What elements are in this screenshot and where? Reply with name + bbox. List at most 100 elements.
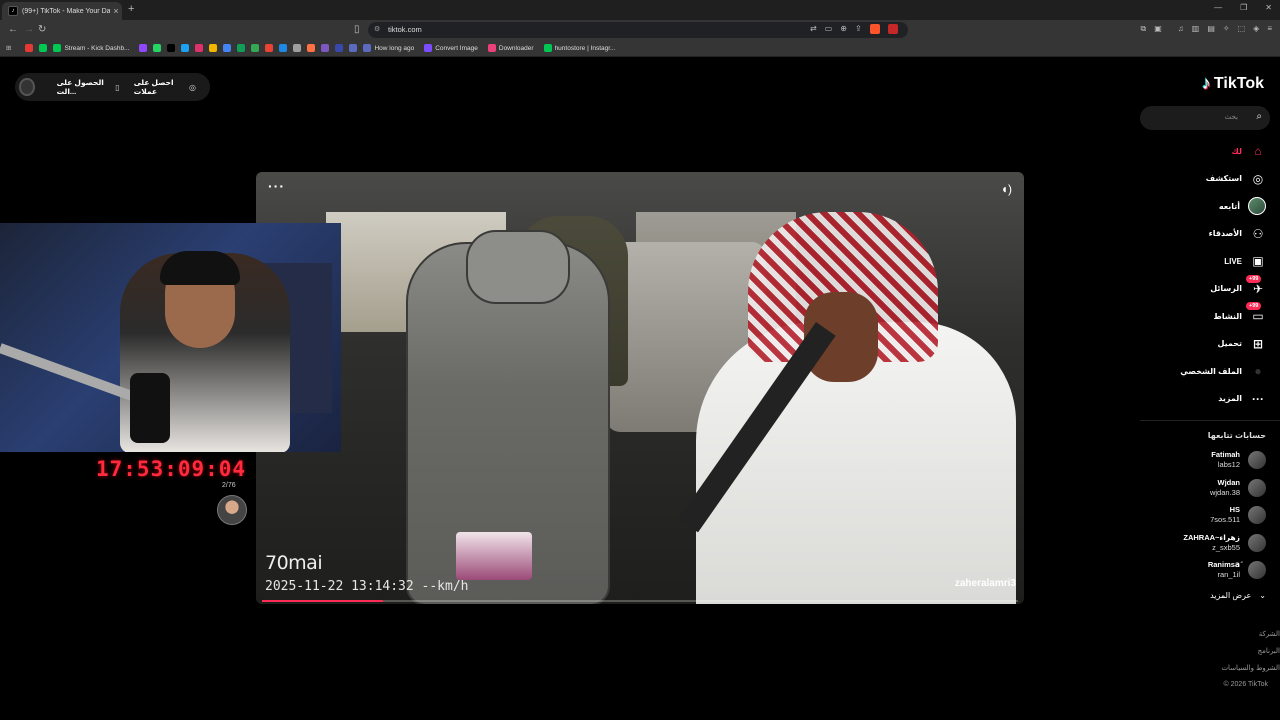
bookmark-icon[interactable]: ▯ (354, 24, 360, 35)
account-username: ran_1il (1217, 570, 1240, 579)
sidebar-item-label: أتابعه (1218, 201, 1240, 211)
extension-icon[interactable]: ⧉ (1141, 24, 1147, 34)
microphone (130, 373, 170, 443)
get-coins-chip[interactable]: احصل على عملات ◎ (134, 78, 196, 96)
footer-link[interactable]: البرنامج (1258, 647, 1280, 655)
bookmark-item[interactable] (279, 44, 288, 52)
volume-icon[interactable]: ◖) (1001, 182, 1012, 196)
video-author[interactable]: zaheralamri3 (955, 578, 1016, 589)
translate-icon[interactable]: ⇄ (810, 24, 817, 34)
following-account-item[interactable]: HS 7sos.511 (1126, 504, 1266, 526)
back-icon[interactable]: ← (8, 24, 18, 35)
close-window-icon[interactable]: ✕ (1265, 3, 1272, 12)
reload-icon[interactable]: ↻ (38, 24, 46, 35)
bookmark-favicon-icon (487, 44, 496, 52)
browser-tab[interactable]: ♪ (99+) TikTok - Make Your Day × (2, 2, 122, 20)
menu-icon[interactable]: ≡ (1267, 24, 1272, 34)
bookmark-item[interactable] (335, 44, 344, 52)
rewards-icon[interactable] (887, 24, 898, 34)
bookmark-item[interactable]: Stream - Kick Dashb... (53, 44, 129, 52)
bookmark-item[interactable] (307, 44, 316, 52)
see-more-button[interactable]: عرض المزيد ⌄ (1210, 591, 1266, 600)
video-player[interactable]: ··· ◖) 70mai 2025-11-22 13:14:32 --km/h … (256, 172, 1024, 604)
bookmark-item[interactable]: Downloader (487, 44, 534, 52)
footer-link[interactable]: الشروط والسياسات (1221, 664, 1280, 672)
tiktok-logo[interactable]: ♪ TikTok (1202, 73, 1264, 94)
search-icon[interactable]: ⌕ (1256, 111, 1262, 122)
vpn-icon[interactable]: ◈ (1253, 24, 1259, 34)
bookmark-item[interactable] (139, 44, 148, 52)
bookmark-item[interactable] (237, 44, 246, 52)
streamer-webcam (0, 223, 341, 452)
sidebar-item-home[interactable]: لك ⌂ (1232, 141, 1266, 161)
share-icon[interactable]: ⇪ (855, 24, 862, 34)
close-tab-icon[interactable]: × (110, 6, 122, 16)
sidebar-item-profile[interactable]: الملف الشخصي ● (1180, 361, 1266, 381)
dashcam-timestamp: 2025-11-22 13:14:32 --km/h (265, 579, 469, 594)
stream-counter: 2/76 (222, 482, 236, 489)
bookmark-item[interactable] (265, 44, 274, 52)
sidebar-item-compass[interactable]: استكشف ◎ (1206, 169, 1266, 189)
bookmark-item[interactable] (321, 44, 330, 52)
site-info-icon[interactable]: ⚙ (374, 22, 380, 38)
apps-icon[interactable]: ⊞ (6, 44, 11, 52)
following-account-item[interactable]: Ranimsaَ ran_1il (1126, 559, 1266, 581)
sidebar-item-avatar-following[interactable]: أتابعه (1219, 196, 1266, 216)
bookmark-favicon-icon (223, 44, 232, 52)
search-input[interactable]: بحث ⌕ (1140, 106, 1270, 130)
minimize-icon[interactable]: — (1214, 3, 1222, 12)
sidebar-item-upload[interactable]: تحميل ⊞ (1217, 334, 1266, 354)
sidebar-item-activity[interactable]: النشاط ▭ +99 (1214, 302, 1266, 326)
tab-title: (99+) TikTok - Make Your Day (22, 7, 110, 15)
bookmark-item[interactable] (181, 44, 190, 52)
bookmark-item[interactable] (167, 44, 176, 52)
bookmark-item[interactable] (25, 44, 34, 52)
footer-link[interactable]: الشركة (1259, 630, 1280, 638)
bookmark-item[interactable] (293, 44, 302, 52)
zoom-icon[interactable]: ⊕ (840, 24, 847, 34)
sidebar-icon[interactable]: ▥ (1192, 24, 1200, 34)
music-icon[interactable]: ♫ (1178, 24, 1184, 34)
bookmark-item[interactable] (251, 44, 260, 52)
user-avatar-icon[interactable] (19, 78, 35, 96)
sidebar-item-live[interactable]: LIVE ▣ (1224, 251, 1266, 271)
bookmark-favicon-icon (349, 44, 358, 52)
bookmark-item[interactable] (153, 44, 162, 52)
bookmark-item[interactable] (223, 44, 232, 52)
leo-icon[interactable]: ✧ (1223, 24, 1230, 34)
forward-icon[interactable]: → (24, 24, 34, 35)
following-account-item[interactable]: Fatimah labs12 (1126, 449, 1266, 471)
sidebar-item-friends[interactable]: الأصدقاء ⚇ (1209, 224, 1266, 244)
sidebar-item-label: الملف الشخصي (1180, 366, 1242, 376)
bookmark-item[interactable]: How long ago (363, 44, 414, 52)
maximize-icon[interactable]: ❐ (1240, 3, 1247, 12)
bookmark-favicon-icon (39, 44, 48, 52)
following-account-item[interactable]: ZAHRAA~زهراء z_sxb55 (1126, 532, 1266, 554)
wallet2-icon[interactable]: ⬚ (1238, 24, 1246, 34)
video-progress-bar[interactable] (262, 600, 1018, 602)
bookmark-favicon-icon (153, 44, 162, 52)
new-tab-button[interactable]: + (128, 3, 134, 15)
bookmark-item[interactable] (195, 44, 204, 52)
sidebar-item-more[interactable]: المزيد ··· (1218, 389, 1266, 409)
bookmark-favicon-icon (307, 44, 316, 52)
more-options-icon[interactable]: ··· (268, 178, 285, 194)
brave-shield-icon[interactable] (869, 24, 880, 34)
sidebar-item-messages[interactable]: الرسائل ✈ +99 (1210, 274, 1266, 299)
cast-icon[interactable]: ▭ (825, 24, 833, 34)
sidebar-item-label: تحميل (1217, 339, 1242, 348)
bookmark-item[interactable] (39, 44, 48, 52)
bookmark-item[interactable]: huntostore | Instagr... (543, 44, 616, 52)
footer-link[interactable]: © 2026 TikTok (1224, 681, 1268, 688)
following-account-item[interactable]: Wjdan wjdan.38 (1126, 477, 1266, 499)
compass-icon: ◎ (1252, 171, 1264, 186)
bookmark-item[interactable] (349, 44, 358, 52)
tab-search-icon[interactable]: ▤ (1207, 24, 1215, 34)
get-coins-bar: الحصول على الت... ▯ احصل على عملات ◎ (15, 73, 210, 101)
get-app-chip[interactable]: الحصول على الت... ▯ (57, 78, 120, 96)
bookmark-item[interactable]: Convert Image (424, 44, 478, 52)
account-avatar (1248, 451, 1266, 469)
bookmark-item[interactable] (209, 44, 218, 52)
wallet-icon[interactable]: ▣ (1154, 24, 1162, 34)
account-username: 7sos.511 (1210, 515, 1240, 524)
